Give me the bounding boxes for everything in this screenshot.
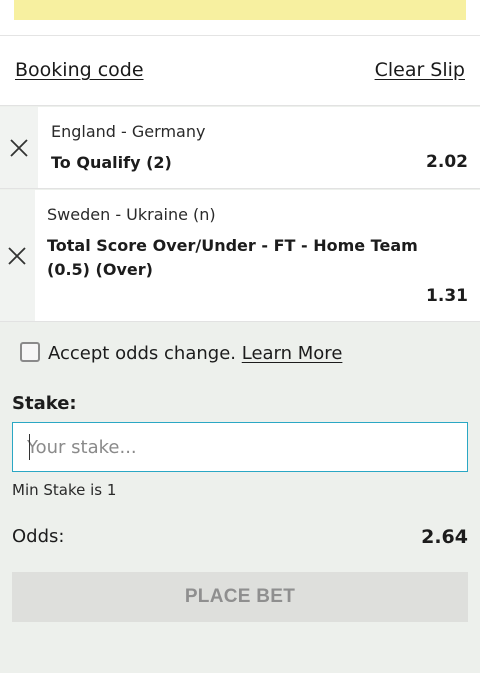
place-bet-button[interactable]: PLACE BET xyxy=(12,572,468,622)
bet-odds: 1.31 xyxy=(426,286,468,306)
remove-bet-button[interactable] xyxy=(0,190,35,321)
total-odds-value: 2.64 xyxy=(421,526,468,548)
stake-label: Stake: xyxy=(12,393,77,414)
remove-bet-button[interactable] xyxy=(0,107,38,188)
bet-item: England - Germany To Qualify (2) 2.02 xyxy=(0,107,480,189)
min-stake-note: Min Stake is 1 xyxy=(12,481,117,499)
bet-event-name: England - Germany xyxy=(51,122,206,141)
learn-more-link[interactable]: Learn More xyxy=(242,343,343,364)
bet-market: Total Score Over/Under - FT - Home Team … xyxy=(47,236,418,279)
close-icon xyxy=(10,139,28,157)
accept-odds-text: Accept odds change. Learn More xyxy=(48,343,342,364)
text-caret xyxy=(29,434,30,460)
bet-item: Sweden - Ukraine (n) Total Score Over/Un… xyxy=(0,190,480,322)
bet-market: To Qualify (2) xyxy=(51,153,172,172)
slip-links-row: Booking code Clear Slip xyxy=(0,36,480,106)
accept-odds-label: Accept odds change. xyxy=(48,343,236,364)
booking-code-link[interactable]: Booking code xyxy=(15,59,144,81)
stake-input[interactable] xyxy=(12,422,468,472)
notice-banner xyxy=(14,0,466,20)
bet-event-name: Sweden - Ukraine (n) xyxy=(47,205,216,224)
close-icon xyxy=(8,247,26,265)
bet-odds: 2.02 xyxy=(426,152,468,172)
top-area xyxy=(0,0,480,36)
clear-slip-link[interactable]: Clear Slip xyxy=(375,59,465,81)
total-odds-label: Odds: xyxy=(12,526,65,547)
accept-odds-checkbox[interactable] xyxy=(20,342,40,362)
